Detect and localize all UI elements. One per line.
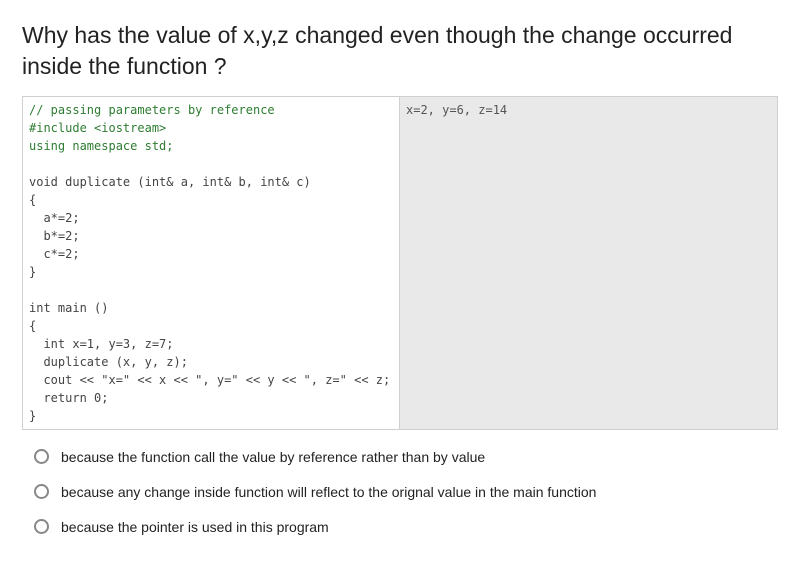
- code-source: // passing parameters by reference #incl…: [23, 97, 400, 429]
- answer-text: because the pointer is used in this prog…: [61, 518, 778, 537]
- question-title: Why has the value of x,y,z changed even …: [22, 20, 778, 82]
- answer-text: because any change inside function will …: [61, 483, 778, 502]
- answer-option[interactable]: because the function call the value by r…: [34, 448, 778, 467]
- code-area: // passing parameters by reference #incl…: [22, 96, 778, 430]
- radio-icon[interactable]: [34, 449, 49, 464]
- radio-icon[interactable]: [34, 484, 49, 499]
- radio-icon[interactable]: [34, 519, 49, 534]
- code-output: x=2, y=6, z=14: [400, 97, 777, 429]
- answers-group: because the function call the value by r…: [22, 448, 778, 537]
- answer-option[interactable]: because the pointer is used in this prog…: [34, 518, 778, 537]
- answer-option[interactable]: because any change inside function will …: [34, 483, 778, 502]
- answer-text: because the function call the value by r…: [61, 448, 778, 467]
